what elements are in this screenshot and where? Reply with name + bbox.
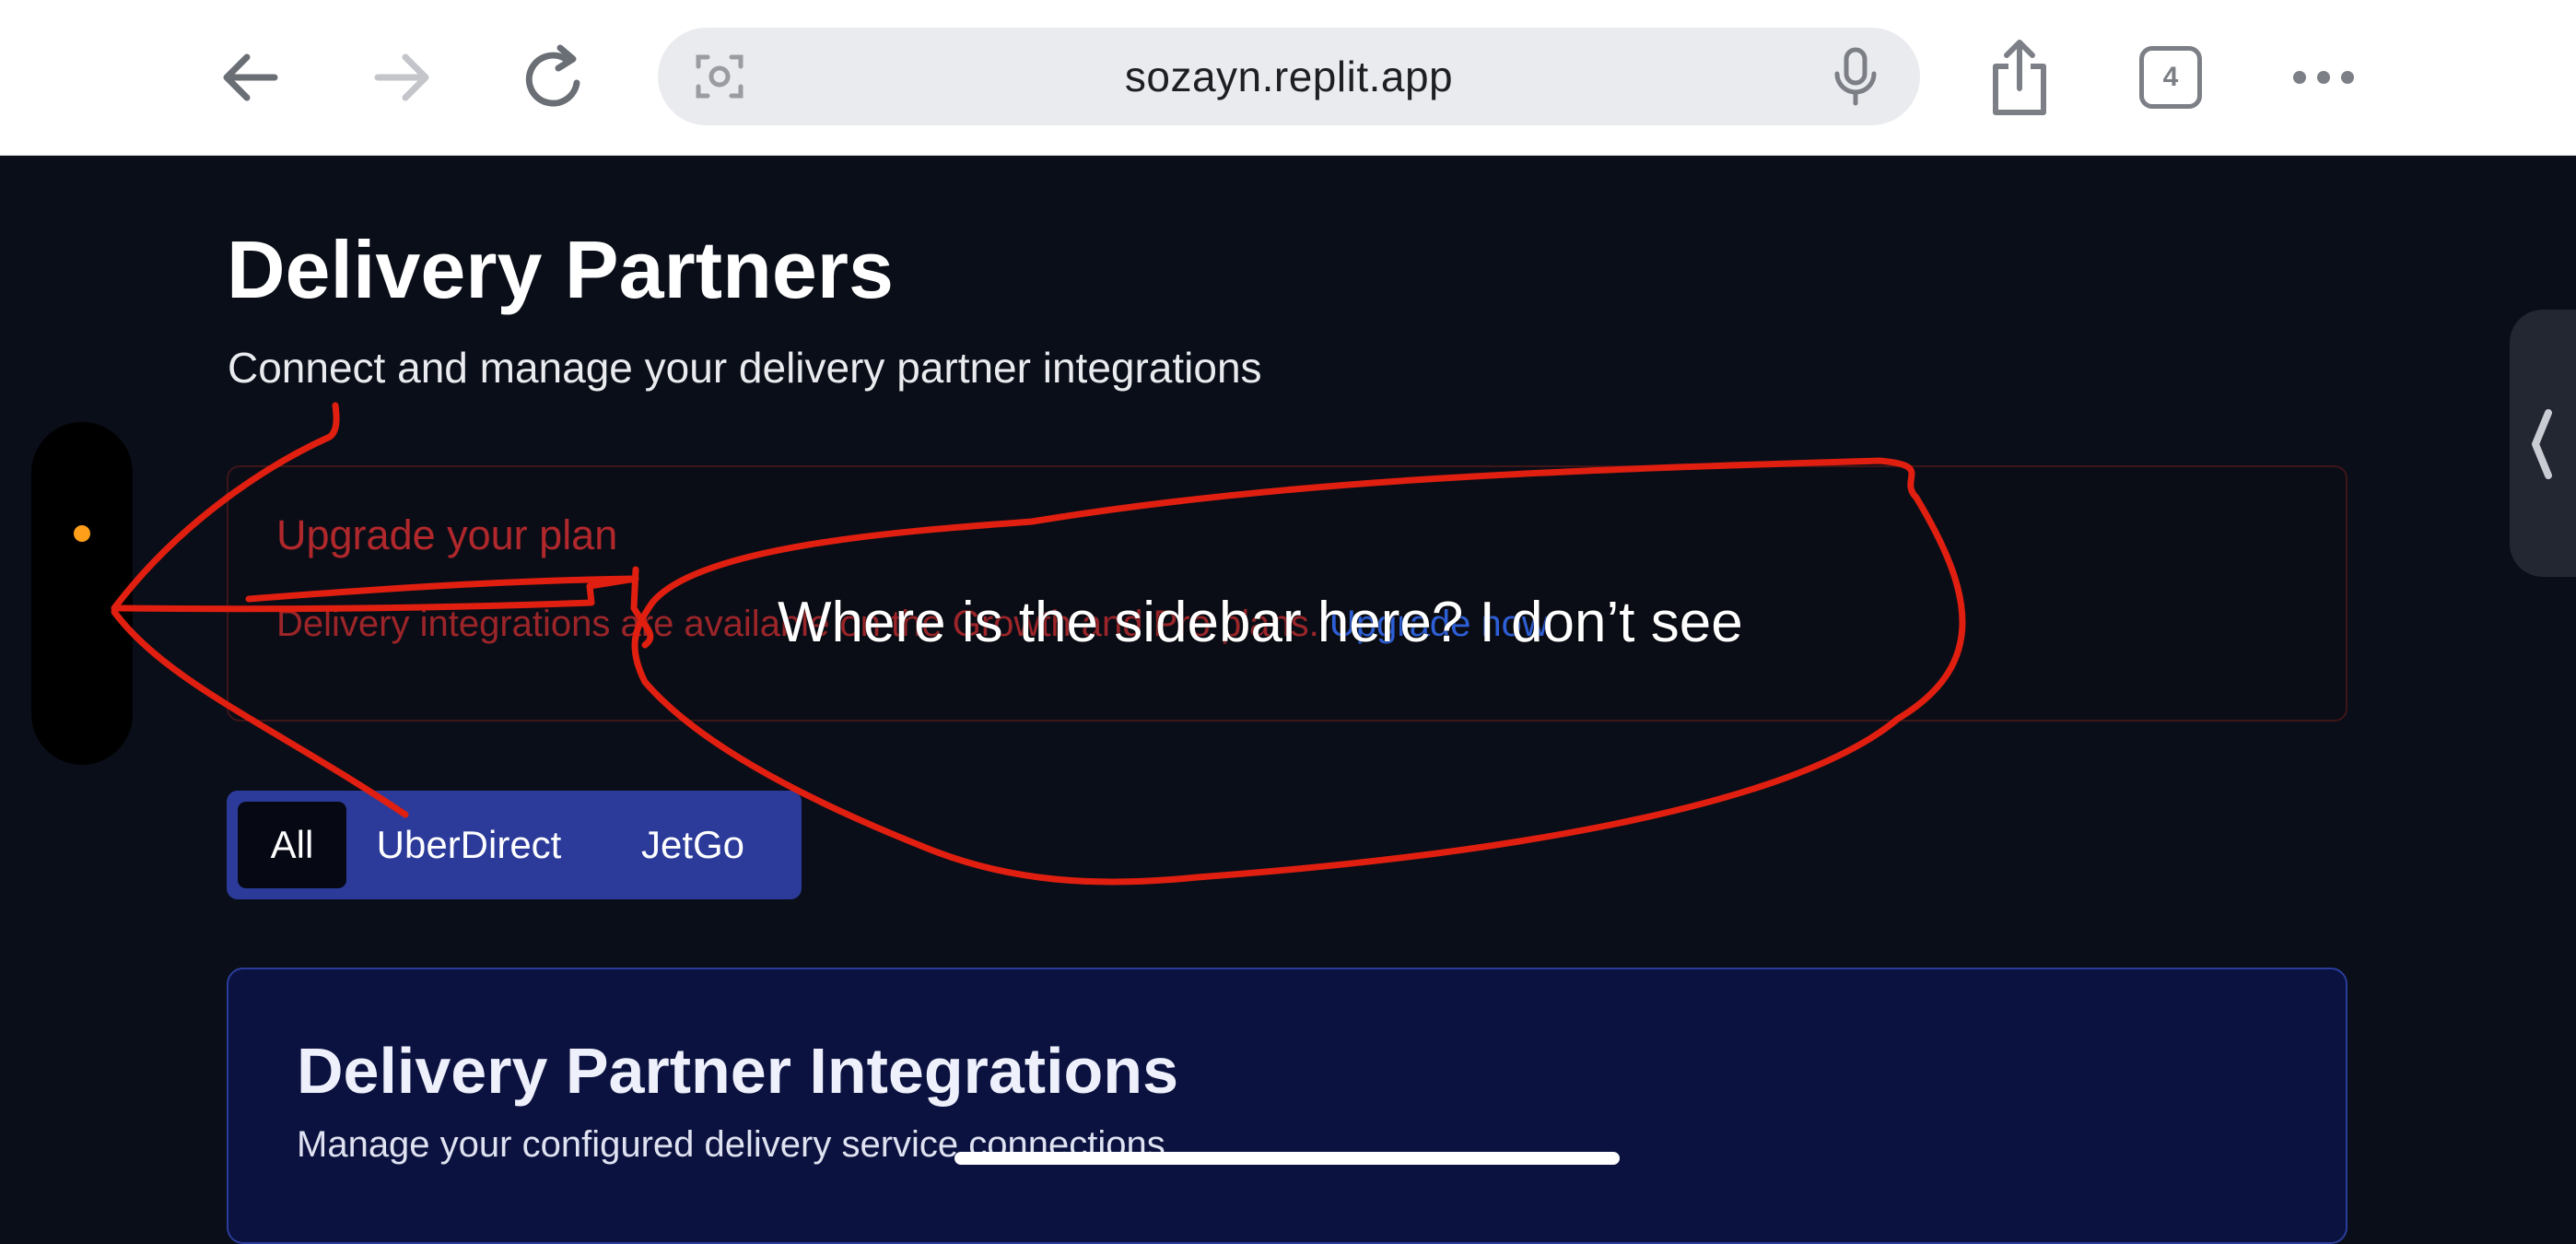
card-title: Delivery Partner Integrations <box>297 1035 1178 1107</box>
tabs-icon[interactable]: 4 <box>2139 46 2202 109</box>
edge-panel-handle[interactable] <box>2510 310 2576 577</box>
share-icon[interactable] <box>1983 35 2056 120</box>
floating-side-pill[interactable] <box>31 422 133 765</box>
tab-all[interactable]: All <box>238 802 346 888</box>
forward-arrow-icon[interactable] <box>365 41 439 114</box>
tab-jetgo[interactable]: JetGo <box>626 802 759 888</box>
home-indicator <box>954 1152 1620 1165</box>
tab-uberdirect[interactable]: UberDirect <box>363 802 575 888</box>
address-bar[interactable]: sozayn.replit.app <box>658 28 1920 125</box>
annotation-text: Where is the sidebar here? I don’t see <box>778 591 1743 654</box>
chevron-left-icon <box>2532 409 2552 479</box>
browser-toolbar: sozayn.replit.app 4 <box>0 0 2576 156</box>
more-icon[interactable] <box>2287 55 2360 100</box>
tab-count: 4 <box>2162 62 2179 92</box>
url-text: sozayn.replit.app <box>1124 53 1454 100</box>
back-arrow-icon[interactable] <box>214 41 287 114</box>
partner-tabs: All UberDirect JetGo <box>227 791 802 899</box>
reload-icon[interactable] <box>516 41 593 118</box>
upgrade-title: Upgrade your plan <box>276 511 618 558</box>
page-subtitle: Connect and manage your delivery partner… <box>228 344 1262 392</box>
integrations-card: Delivery Partner Integrations Manage you… <box>227 968 2348 1244</box>
status-dot <box>74 525 90 542</box>
page-title: Delivery Partners <box>227 224 894 315</box>
microphone-icon[interactable] <box>1830 46 1881 107</box>
